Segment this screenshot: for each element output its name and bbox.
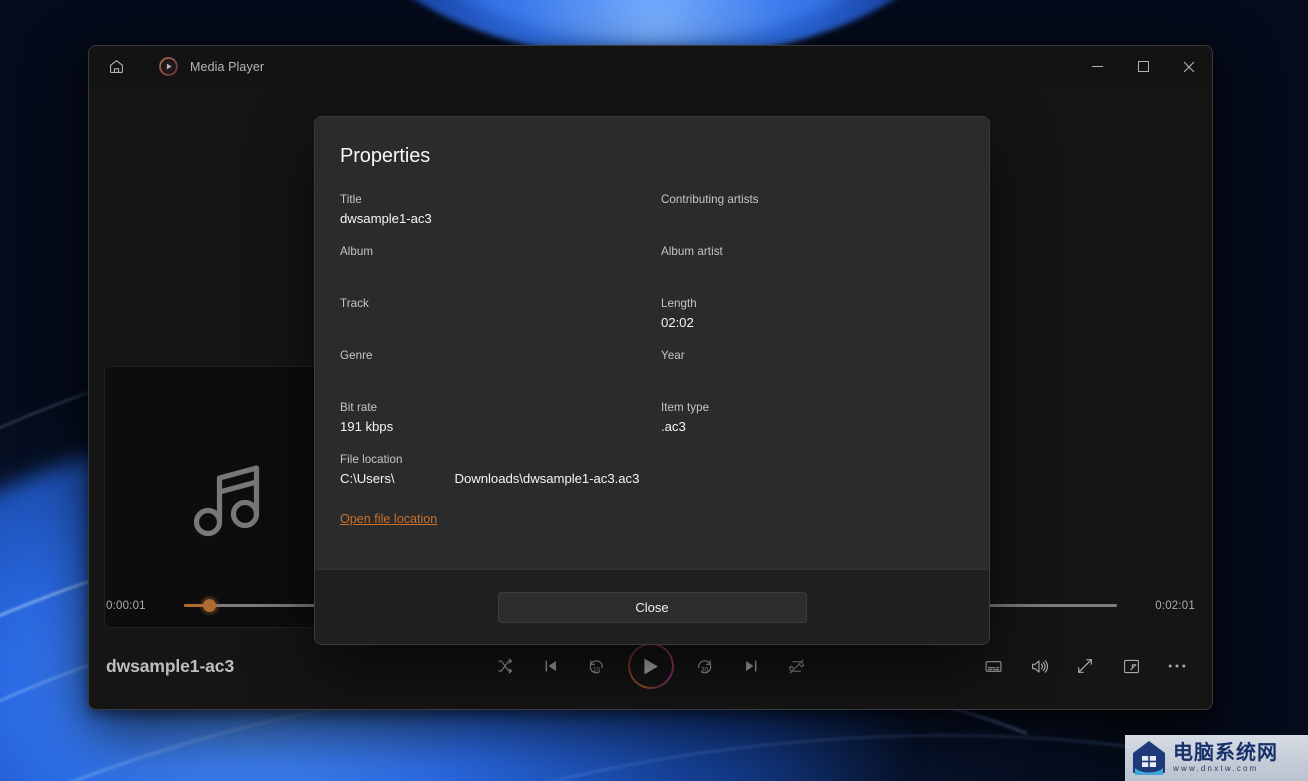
field-track: Track xyxy=(340,295,661,347)
field-album-artist: Album artist xyxy=(661,243,964,295)
field-label: Item type xyxy=(661,401,710,414)
field-value: 02:02 xyxy=(661,315,694,330)
field-label: Album xyxy=(340,245,374,258)
watermark: 电脑系统网 www.dnxtw.com xyxy=(1125,735,1308,781)
watermark-url: www.dnxtw.com xyxy=(1173,764,1259,773)
media-player-window: Media Player 0:00:01 0:02:01 dwsample1-a… xyxy=(88,45,1213,710)
field-bit-rate: Bit rate 191 kbps xyxy=(340,399,661,451)
field-label: Track xyxy=(340,297,369,310)
field-genre: Genre xyxy=(340,347,661,399)
field-label: Title xyxy=(340,193,362,206)
field-label: Year xyxy=(661,349,685,362)
field-contributing-artists: Contributing artists xyxy=(661,191,964,243)
open-file-location-link[interactable]: Open file location xyxy=(340,512,437,526)
field-label: Contributing artists xyxy=(661,193,759,206)
file-path-prefix: C:\Users\ xyxy=(340,471,395,486)
field-label: Album artist xyxy=(661,245,723,258)
file-path-suffix: Downloads\dwsample1-ac3.ac3 xyxy=(454,471,640,486)
field-length: Length 02:02 xyxy=(661,295,964,347)
field-label: Length xyxy=(661,297,697,310)
properties-grid: Title dwsample1-ac3 Contributing artists… xyxy=(340,191,964,503)
watermark-logo-icon xyxy=(1129,739,1169,777)
field-value: .ac3 xyxy=(661,419,686,434)
field-value: dwsample1-ac3 xyxy=(340,211,432,226)
watermark-text: 电脑系统网 www.dnxtw.com xyxy=(1173,742,1278,774)
field-file-location: File location C:\Users\ Downloads\dwsampl… xyxy=(340,451,964,503)
watermark-brand: 电脑系统网 xyxy=(1173,740,1278,764)
field-label: File location xyxy=(340,453,403,466)
field-value: C:\Users\ Downloads\dwsample1-ac3.ac3 xyxy=(340,469,964,488)
field-year: Year xyxy=(661,347,964,399)
dialog-heading: Properties xyxy=(340,145,431,167)
field-title: Title dwsample1-ac3 xyxy=(340,191,661,243)
dialog-body: Properties Title dwsample1-ac3 Contribut… xyxy=(315,117,989,569)
field-album: Album xyxy=(340,243,661,295)
field-label: Genre xyxy=(340,349,373,362)
field-label: Bit rate xyxy=(340,401,378,414)
field-value: 191 kbps xyxy=(340,419,394,434)
properties-dialog: Properties Title dwsample1-ac3 Contribut… xyxy=(314,116,990,645)
close-dialog-button[interactable]: Close xyxy=(497,591,807,623)
dialog-footer: Close xyxy=(315,569,989,644)
field-item-type: Item type .ac3 xyxy=(661,399,964,451)
